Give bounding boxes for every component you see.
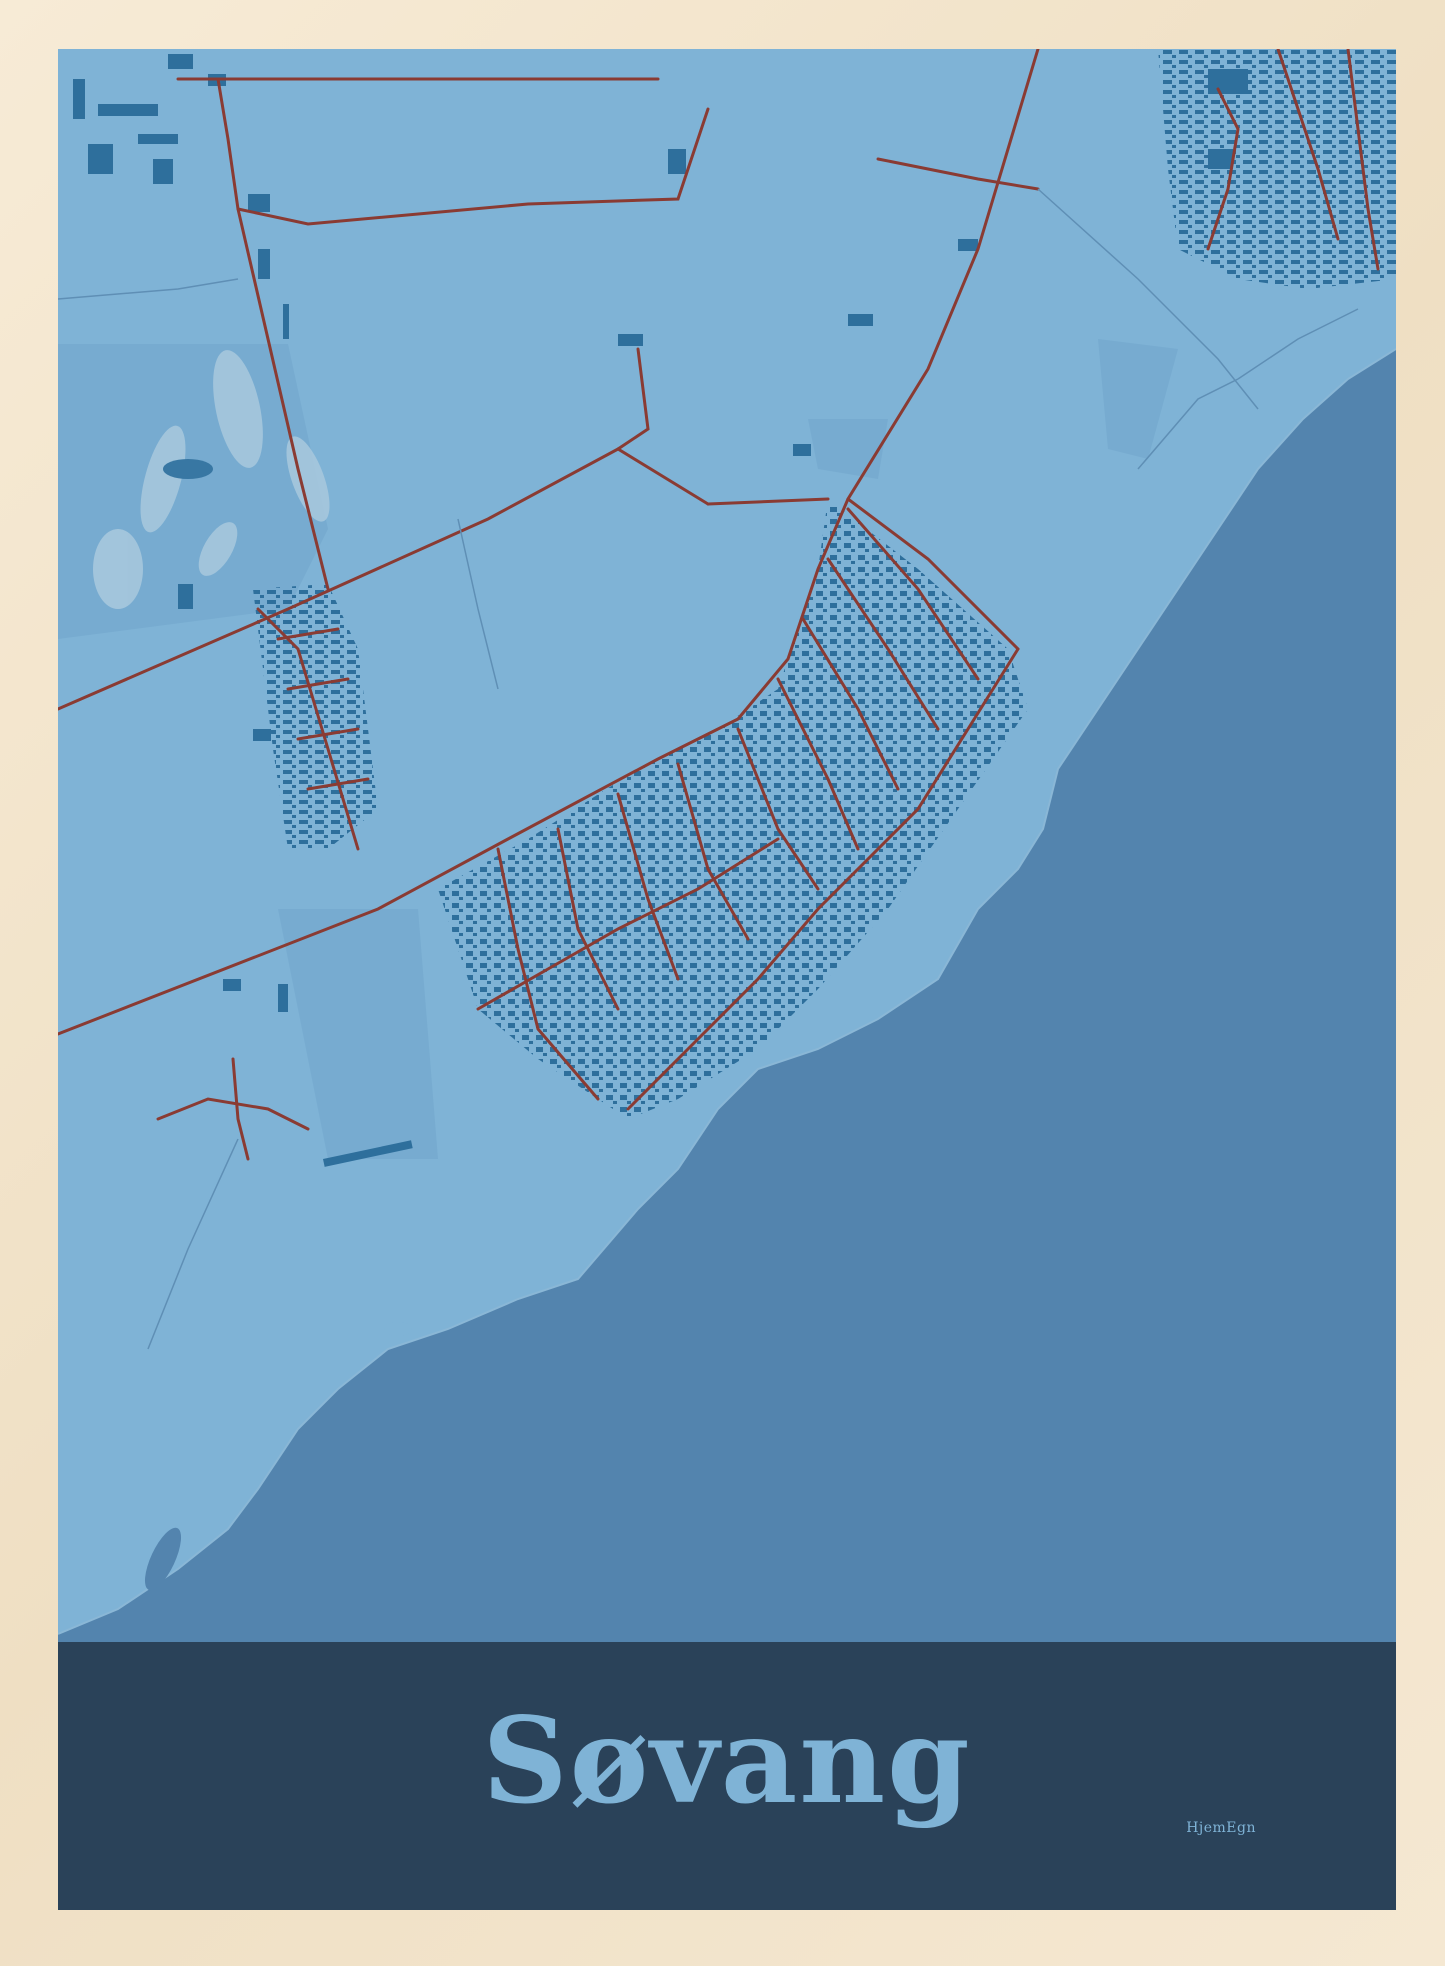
map (58, 49, 1396, 1642)
poster-frame: Søvang HjemEgn (0, 0, 1445, 1966)
residential-block-northeast (1158, 49, 1396, 289)
brand-logo: HjemEgn (1186, 1820, 1256, 1836)
islet (384, 1322, 412, 1336)
title-banner: Søvang HjemEgn (58, 1642, 1396, 1910)
city-name-title: Søvang (482, 1691, 972, 1830)
map-poster: Søvang HjemEgn (58, 49, 1396, 1910)
